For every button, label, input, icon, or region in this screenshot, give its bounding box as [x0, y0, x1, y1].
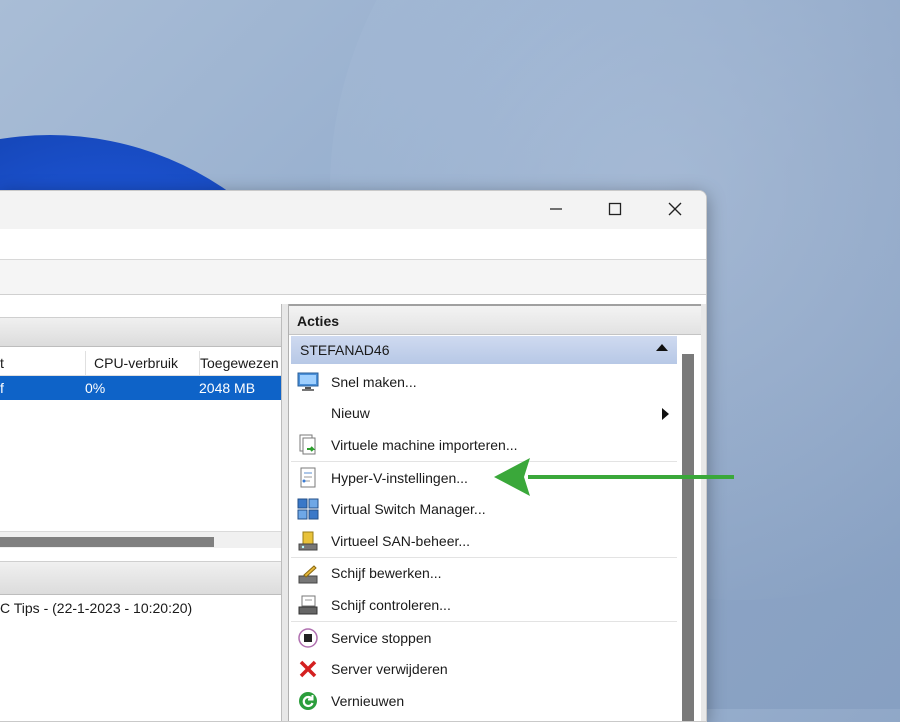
red-x-icon: [297, 658, 319, 680]
actions-pane: Acties STEFANAD46 Snel maken... Nieuw Vi…: [288, 304, 701, 721]
minimize-button[interactable]: [527, 191, 585, 227]
annotation-arrow-icon: [494, 458, 734, 496]
minimize-icon: [550, 208, 562, 210]
action-label: Virtueel SAN-beheer...: [331, 532, 471, 549]
action-inspect-disk[interactable]: Schijf controleren...: [291, 589, 677, 621]
column-header-cpu[interactable]: CPU-verbruik: [85, 351, 191, 375]
action-label: Virtual Switch Manager...: [331, 501, 486, 518]
table-row[interactable]: f 0% 2048 MB: [0, 376, 281, 400]
action-label: Vernieuwen: [331, 692, 405, 709]
action-quick-create[interactable]: Snel maken...: [291, 366, 677, 398]
vm-cpu-cell: 0%: [85, 380, 106, 396]
vm-table: t CPU-verbruik Toegewezen f 0% 2048 MB: [0, 351, 281, 400]
close-icon: [668, 202, 682, 216]
action-virtual-san-manager[interactable]: Virtueel SAN-beheer...: [291, 525, 677, 557]
host-name: STEFANAD46: [300, 342, 390, 358]
submenu-arrow-icon: [662, 407, 669, 420]
scrollbar-thumb[interactable]: [0, 537, 214, 547]
monitor-icon: [297, 371, 319, 393]
host-section-header[interactable]: STEFANAD46: [291, 336, 677, 364]
settings-document-icon: [297, 467, 319, 489]
horizontal-scrollbar[interactable]: [0, 531, 281, 548]
disk-edit-icon: [297, 563, 319, 585]
action-label: Server verwijderen: [331, 661, 448, 678]
action-label: Schijf controleren...: [331, 596, 451, 613]
action-label: Schijf bewerken...: [331, 565, 442, 582]
action-refresh[interactable]: Vernieuwen: [291, 685, 677, 717]
vm-table-header: t CPU-verbruik Toegewezen: [0, 351, 281, 376]
vertical-scrollbar[interactable]: [682, 354, 694, 721]
column-header-cpu-label: CPU-verbruik: [94, 355, 179, 371]
maximize-button[interactable]: [586, 191, 644, 227]
maximize-icon: [608, 202, 622, 216]
vm-status-cell: f: [0, 380, 4, 396]
san-icon: [297, 530, 319, 552]
action-label: Nieuw: [331, 405, 370, 422]
action-label: Snel maken...: [331, 373, 417, 390]
action-new[interactable]: Nieuw: [291, 398, 677, 430]
action-edit-disk[interactable]: Schijf bewerken...: [291, 556, 677, 590]
toolbar: [0, 260, 706, 295]
close-button[interactable]: [646, 191, 704, 227]
action-stop-service[interactable]: Service stoppen: [291, 620, 677, 654]
main-content: t CPU-verbruik Toegewezen f 0% 2048 MB C…: [0, 304, 706, 721]
vertical-scrollbar-thumb[interactable]: [682, 354, 694, 721]
network-switch-icon: [297, 498, 319, 520]
import-icon: [297, 434, 319, 456]
checkpoints-panel-header: [0, 561, 281, 595]
column-header-memory[interactable]: Toegewezen: [199, 351, 282, 375]
title-bar: [0, 191, 706, 229]
actions-list: Snel maken... Nieuw Virtuele machine imp…: [291, 366, 677, 717]
column-header-status[interactable]: t: [0, 351, 75, 375]
menu-bar: [0, 229, 706, 260]
action-label: Hyper-V-instellingen...: [331, 469, 468, 486]
checkpoint-entry[interactable]: C Tips - (22-1-2023 - 10:20:20): [0, 600, 192, 616]
action-label: Service stoppen: [331, 629, 432, 646]
stop-icon: [297, 627, 319, 649]
virtual-machines-pane: t CPU-verbruik Toegewezen f 0% 2048 MB C…: [0, 304, 282, 721]
collapse-arrow-icon[interactable]: [656, 344, 668, 351]
disk-inspect-icon: [297, 594, 319, 616]
actions-header: Acties: [289, 304, 701, 335]
action-remove-server[interactable]: Server verwijderen: [291, 653, 677, 685]
vm-memory-cell: 2048 MB: [199, 380, 256, 396]
action-label: Virtuele machine importeren...: [331, 436, 518, 453]
vm-panel-header: [0, 317, 281, 347]
